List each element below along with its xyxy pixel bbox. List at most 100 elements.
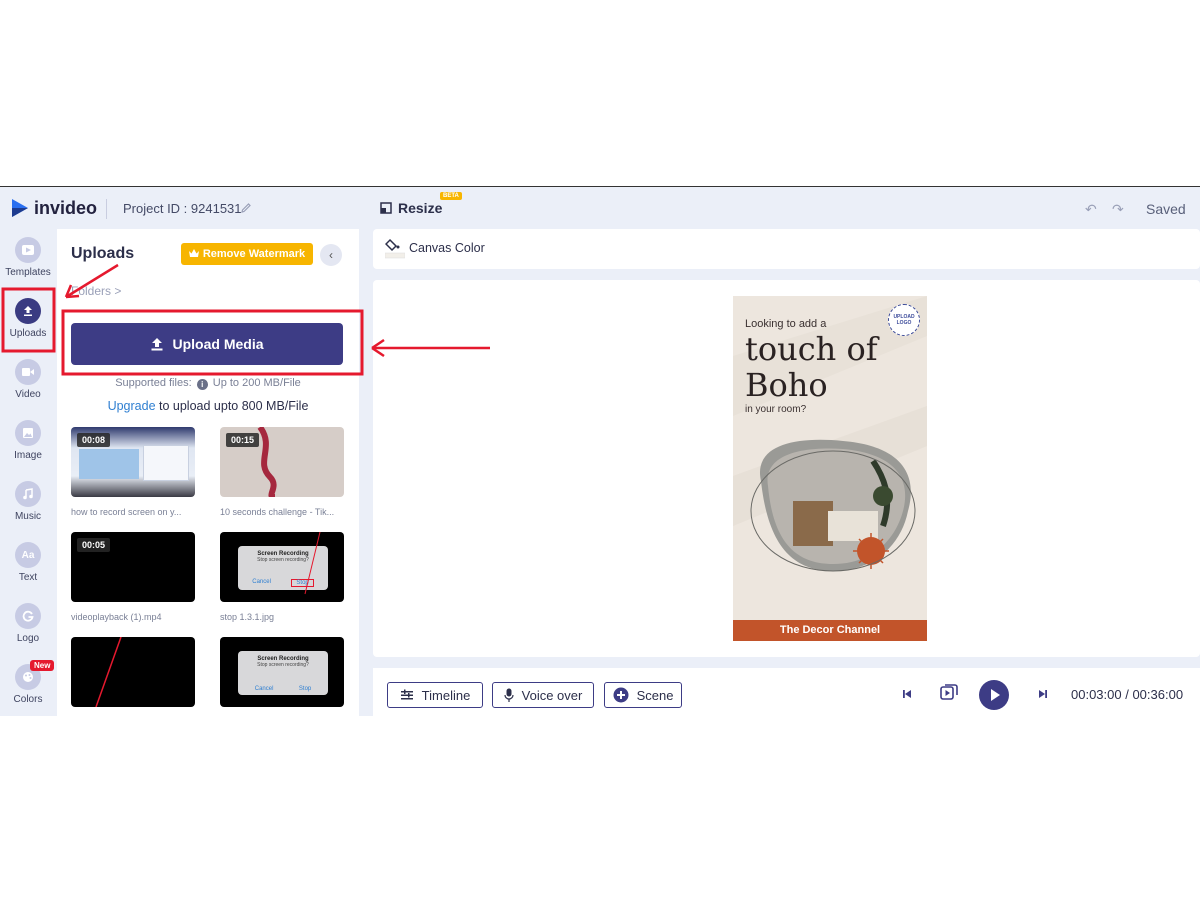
media-thumbnail[interactable]: Screen Recording Stop screen recording? … (220, 637, 344, 707)
voice-over-button[interactable]: Voice over (492, 682, 594, 708)
current-time: 00:03:00 (1071, 687, 1122, 702)
skip-forward-icon[interactable] (1037, 687, 1049, 705)
templates-icon (15, 237, 41, 263)
poster-line-4: in your room? (745, 404, 807, 415)
sidebar-item-label: Templates (5, 267, 51, 278)
poster-line-2: touch of (745, 330, 878, 368)
poster-line-1: Looking to add a (745, 318, 827, 330)
upload-media-button[interactable]: Upload Media (71, 323, 343, 365)
timeline-icon (400, 689, 413, 700)
media-name: how to record screen on y... (71, 507, 182, 517)
sidebar-item-video[interactable]: Video (0, 359, 56, 400)
paint-bucket-icon[interactable] (384, 237, 406, 264)
preview-icon[interactable] (939, 682, 959, 707)
sidebar-item-colors[interactable]: New Colors (0, 660, 56, 705)
poster-line-3: Boho (745, 366, 828, 404)
sidebar-item-uploads[interactable]: Uploads (0, 298, 56, 339)
folders-link[interactable]: Folders > (71, 284, 121, 298)
voice-over-label: Voice over (521, 687, 583, 703)
time-readout: 00:03:00 / 00:36:00 (1071, 687, 1183, 702)
dialog-buttons: Cancel Stop (242, 686, 324, 692)
uploads-panel: Uploads Remove Watermark ‹ Folders > Upl… (57, 229, 359, 716)
canvas-color-label[interactable]: Canvas Color (409, 241, 485, 255)
screen-preview (79, 449, 139, 479)
screen-recording-dialog-preview: Screen Recording Stop screen recording? … (238, 651, 328, 695)
upgrade-note: Upgrade to upload upto 800 MB/File (57, 399, 359, 413)
new-badge: New (30, 660, 55, 671)
media-thumbnail[interactable]: 00:05 (71, 532, 195, 602)
left-sidebar: Templates Uploads Video Image Music Aa T… (0, 229, 56, 716)
duration-badge: 00:15 (226, 433, 260, 447)
media-thumbnail[interactable] (71, 637, 195, 707)
canvas-area: Looking to add a touch of Boho in your r… (373, 280, 1200, 657)
screen-preview-menu (143, 445, 189, 481)
redo-icon[interactable]: ↷ (1112, 201, 1124, 218)
sidebar-item-label: Uploads (9, 328, 47, 339)
microphone-icon (504, 688, 514, 702)
top-bar: invideo Project ID : 9241531 Resize BETA… (0, 187, 1200, 229)
duration-badge: 00:05 (77, 538, 111, 552)
sidebar-item-label: Video (15, 389, 41, 400)
red-line-preview (304, 532, 321, 595)
plus-circle-icon (613, 687, 629, 703)
collapse-panel-button[interactable]: ‹ (320, 244, 342, 266)
resize-label: Resize (398, 200, 443, 216)
poster-footer: The Decor Channel (733, 620, 927, 641)
invideo-logo[interactable]: invideo (10, 197, 97, 219)
editor-app: invideo Project ID : 9241531 Resize BETA… (0, 186, 1200, 716)
dialog-cancel: Cancel (254, 686, 274, 692)
media-thumbnail[interactable]: 00:08 (71, 427, 195, 497)
media-name: 10 seconds challenge - Tik... (220, 507, 335, 517)
logo-icon (15, 603, 41, 629)
beta-badge: BETA (440, 192, 462, 200)
image-icon (15, 420, 41, 446)
timeline-label: Timeline (421, 687, 471, 703)
project-id: Project ID : 9241531 (123, 201, 242, 216)
upload-media-label: Upload Media (172, 336, 264, 352)
sidebar-item-image[interactable]: Image (0, 420, 56, 461)
canvas-color-bar: Canvas Color (373, 229, 1200, 269)
sidebar-item-templates[interactable]: Templates (0, 237, 56, 278)
sidebar-item-logo[interactable]: Logo (0, 603, 56, 644)
sidebar-item-music[interactable]: Music (0, 481, 56, 522)
total-time: 00:36:00 (1132, 687, 1184, 702)
upload-icon (151, 338, 163, 351)
info-icon[interactable]: i (196, 379, 208, 390)
media-thumbnail[interactable]: Screen Recording Stop screen recording? … (220, 532, 344, 602)
sidebar-item-text[interactable]: Aa Text (0, 542, 56, 583)
remove-watermark-label: Remove Watermark (202, 248, 306, 260)
upgrade-text: to upload upto 800 MB/File (155, 399, 309, 413)
chevron-left-icon: ‹ (329, 248, 333, 262)
time-separator: / (1121, 687, 1133, 702)
media-thumbnail[interactable]: 00:15 (220, 427, 344, 497)
play-button[interactable] (979, 680, 1009, 710)
video-icon (15, 359, 41, 385)
remove-watermark-button[interactable]: Remove Watermark (181, 243, 313, 265)
sidebar-item-label: Music (14, 511, 42, 522)
upload-logo-placeholder[interactable]: UPLOAD LOGO (888, 304, 920, 336)
supported-files-note: Supported files: i Up to 200 MB/File (57, 377, 359, 390)
dialog-stop: Stop (298, 686, 312, 692)
text-icon: Aa (15, 542, 41, 568)
resize-icon (380, 202, 392, 214)
playback-toolbar: Timeline Voice over Scene 00:03:00 / 00:… (373, 668, 1200, 716)
panel-title: Uploads (71, 245, 135, 262)
pencil-icon[interactable] (240, 201, 252, 219)
add-scene-button[interactable]: Scene (604, 682, 682, 708)
sidebar-item-label: Logo (16, 633, 40, 644)
brand-name: invideo (34, 197, 98, 218)
resize-button[interactable]: Resize (380, 200, 442, 216)
sidebar-item-label: Text (18, 572, 38, 583)
timeline-button[interactable]: Timeline (387, 682, 483, 708)
supported-label: Supported files: (115, 377, 192, 389)
play-icon (991, 689, 1000, 701)
supported-limit: Up to 200 MB/File (212, 377, 301, 389)
duration-badge: 00:08 (77, 433, 111, 447)
poster-canvas[interactable]: Looking to add a touch of Boho in your r… (733, 296, 927, 641)
skip-back-icon[interactable] (901, 687, 913, 705)
undo-icon[interactable]: ↶ (1085, 201, 1097, 218)
upload-logo-text: UPLOAD LOGO (893, 314, 915, 326)
red-line-preview (95, 637, 122, 707)
upgrade-link[interactable]: Upgrade (108, 399, 156, 413)
header-divider (106, 199, 107, 219)
